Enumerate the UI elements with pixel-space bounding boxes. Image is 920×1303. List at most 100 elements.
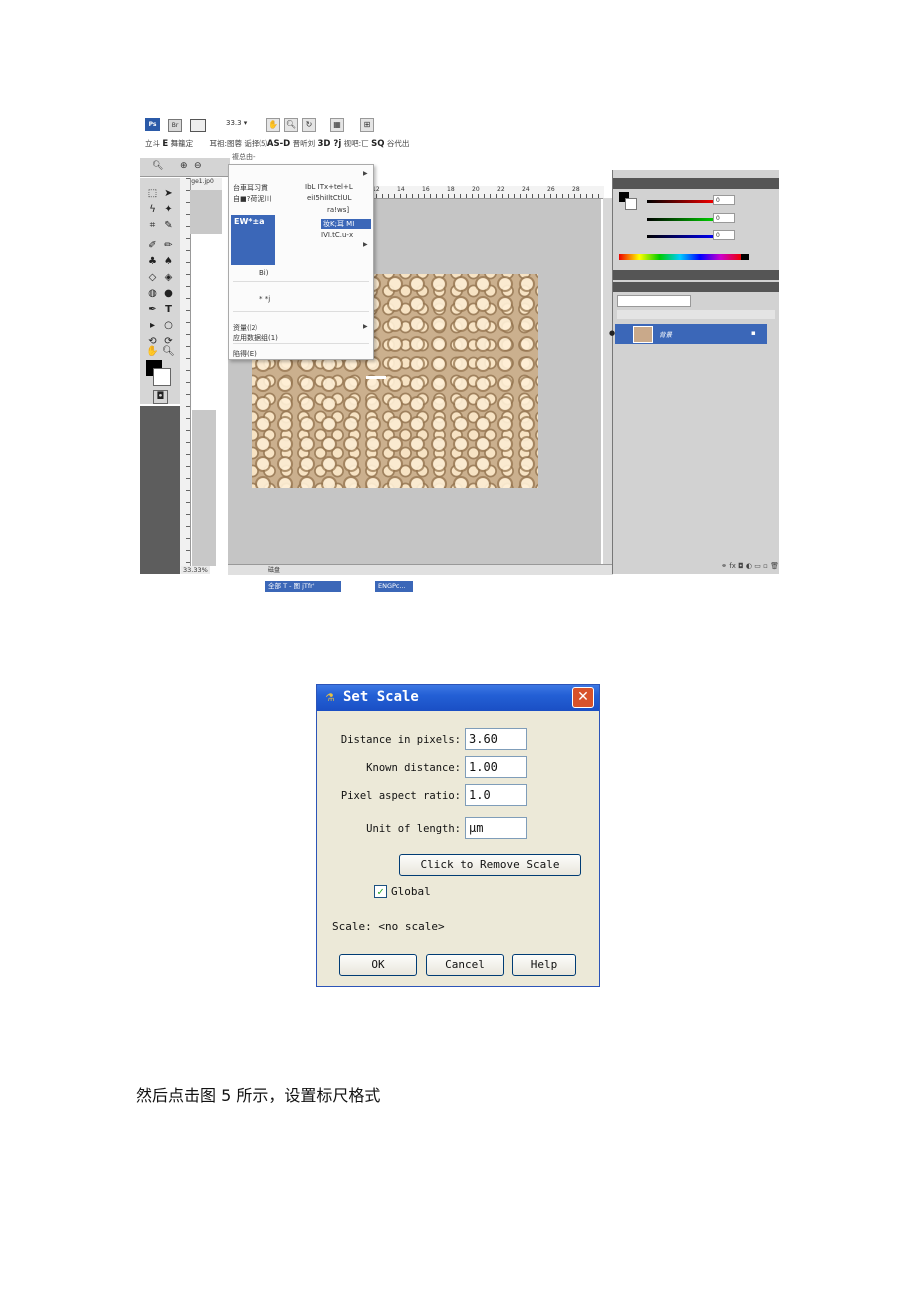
submenu-item-highlighted[interactable]: 妆K;耳 MI (321, 219, 371, 229)
menu-help[interactable]: 谷代出 (387, 139, 410, 148)
unit-label: Unit of length: (366, 823, 461, 835)
layers-tabs[interactable] (613, 282, 779, 292)
stamp-tool-icon[interactable]: ♣ (146, 256, 159, 268)
ruler-tick-label: 18 (447, 186, 455, 193)
lasso-tool-icon[interactable]: ϟ (146, 204, 159, 216)
arrange-docs-icon[interactable]: ▦ (330, 118, 344, 132)
global-checkbox[interactable]: ✓ (374, 885, 387, 898)
green-slider[interactable] (647, 218, 713, 221)
photoshop-screenshot: Ps Br 33.3 ▾ ✋ 🔍︎ ↻ ▦ ⊞ 立斗 E 舞籠定 耳祖:图蓉 诟… (140, 114, 779, 594)
unit-of-length-field[interactable]: μm (465, 817, 527, 839)
zoom-tool-option-icon[interactable]: 🔍︎ (152, 161, 163, 171)
pen-tool-icon[interactable]: ✒ (146, 304, 159, 316)
zoom-level[interactable]: 33.3 ▾ (226, 119, 247, 127)
menu-e[interactable]: E (162, 139, 168, 149)
cancel-button[interactable]: Cancel (426, 954, 504, 976)
menu-3d[interactable]: 3D ?j (317, 139, 341, 149)
pencil-tool-icon[interactable]: ✏ (162, 240, 175, 252)
menu-edit[interactable]: 舞籠定 (171, 139, 194, 148)
background-color-swatch[interactable] (153, 368, 171, 386)
history-brush-icon[interactable]: ♠ (162, 256, 175, 268)
blue-value[interactable]: 0 (713, 230, 735, 240)
menu-window[interactable]: SQ (371, 139, 384, 149)
menu-item-c[interactable]: 资量(⑵ (233, 323, 257, 333)
screen-layout-icon[interactable]: ⊞ (360, 118, 374, 132)
menu-select[interactable]: AS-D (267, 139, 290, 149)
marquee-tool-icon[interactable]: ⬚ (146, 188, 159, 200)
hand-tool-icon[interactable]: ✋ (146, 346, 159, 358)
red-slider[interactable] (647, 200, 713, 203)
ok-button[interactable]: OK (339, 954, 417, 976)
brush-tool-icon[interactable]: ✐ (146, 240, 159, 252)
horizontal-scrollbar[interactable]: 磁盘 (228, 564, 613, 575)
menu-item-highlighted[interactable]: EW*±a (231, 215, 275, 265)
remove-scale-button[interactable]: Click to Remove Scale (399, 854, 581, 876)
eye-icon[interactable]: ● (609, 329, 615, 337)
blue-slider[interactable] (647, 235, 713, 238)
path-select-icon[interactable]: ▸ (146, 320, 159, 332)
taskbar-button-photoshop[interactable]: 全部 T - 图 jTfr' (265, 581, 341, 592)
zoom-tool-icon[interactable]: 🔍︎ (284, 118, 298, 132)
zoom-tool-box-icon[interactable]: 🔍︎ (162, 346, 175, 358)
mask-icon[interactable]: ◘ (738, 562, 744, 570)
adjustments-tabs[interactable] (613, 270, 779, 280)
zoom-out-icon[interactable]: ⊖ (194, 161, 202, 171)
eraser-tool-icon[interactable]: ◇ (146, 272, 159, 284)
dialog-titlebar[interactable]: ⚗ Set Scale ✕ (317, 685, 599, 711)
red-value[interactable]: 0 (713, 195, 735, 205)
zoom-in-icon[interactable]: ⊕ (180, 161, 188, 171)
magic-wand-icon[interactable]: ✦ (162, 204, 175, 216)
menu-item-b[interactable]: * *j (259, 295, 270, 303)
menu-item-d[interactable]: 应用数据组(1) (233, 333, 278, 343)
bg-swatch[interactable] (625, 198, 637, 210)
dodge-tool-icon[interactable]: ● (162, 288, 175, 300)
zoom-percentage[interactable]: 33.33% (181, 566, 210, 574)
shape-tool-icon[interactable]: ○ (162, 320, 175, 332)
color-spectrum[interactable] (619, 254, 741, 260)
menu-view[interactable]: 视吧:匸 (344, 139, 369, 148)
crop-tool-icon[interactable]: ⌗ (146, 220, 159, 232)
color-panel-tabs[interactable] (613, 178, 779, 189)
folder-icon[interactable]: ▭ (754, 562, 761, 570)
layer-row[interactable]: ● 背景 ▪ (609, 324, 767, 344)
spectrum-black[interactable] (741, 254, 749, 260)
blend-mode-select[interactable] (617, 295, 691, 307)
right-panels: 0 0 0 ● 背景 ▪ ⚭ fx ◘ ◐ ▭ ▫ 🗑︎ (609, 170, 779, 574)
rotate-view-icon[interactable]: ↻ (302, 118, 316, 132)
menu-item-e[interactable]: 陷得(E) (233, 349, 257, 359)
scale-status: Scale: <no scale> (332, 920, 445, 933)
green-value[interactable]: 0 (713, 213, 735, 223)
screen-mode-icon[interactable] (190, 119, 206, 132)
submenu-item-2[interactable]: IVI.tC.u-x (321, 231, 353, 239)
fx-icon[interactable]: fx (729, 562, 736, 570)
eyedropper-icon[interactable]: ✎ (162, 220, 175, 232)
type-tool-icon[interactable]: T (162, 304, 175, 316)
distance-in-pixels-field[interactable]: 3.60 (465, 728, 527, 750)
ruler-tick-label: 16 (422, 186, 430, 193)
hand-icon[interactable]: ✋ (266, 118, 280, 132)
adjustment-icon[interactable]: ◐ (746, 562, 752, 570)
pixel-aspect-ratio-field[interactable]: 1.0 (465, 784, 527, 806)
bridge-icon[interactable]: Br (168, 119, 182, 132)
lock-row[interactable] (617, 310, 775, 319)
bucket-tool-icon[interactable]: ◈ (162, 272, 175, 284)
quick-mask-icon[interactable]: ◘ (153, 390, 168, 404)
link-icon[interactable]: ⚭ (721, 562, 727, 570)
close-button[interactable]: ✕ (572, 687, 594, 708)
menu-item-1-shortcut: IbL ITx+tel+L (305, 183, 353, 191)
menu-filter[interactable]: 晋听刘 (293, 139, 316, 148)
help-button[interactable]: Help (512, 954, 576, 976)
menu-item-2[interactable]: 自■?荷泥川 (233, 194, 271, 204)
menu-image[interactable]: 耳祖:图蓉 (209, 139, 242, 148)
menu-item-1[interactable]: 台車耳习貫 (233, 183, 268, 193)
menu-file[interactable]: 立斗 (145, 139, 160, 148)
known-distance-field[interactable]: 1.00 (465, 756, 527, 778)
trash-icon[interactable]: 🗑︎ (770, 562, 779, 570)
new-layer-icon[interactable]: ▫ (763, 562, 768, 570)
dropdown-menu: 台車耳习貫 IbL ITx+tel+L 自■?荷泥川 eiI5hiIltCtlU… (228, 164, 374, 360)
taskbar-button-language[interactable]: ENGPc... (375, 581, 413, 592)
blur-tool-icon[interactable]: ◍ (146, 288, 159, 300)
menu-item-a[interactable]: Bi) (259, 269, 268, 277)
menu-layer[interactable]: 诟择⑸ (244, 139, 267, 148)
move-tool-icon[interactable]: ➤ (162, 188, 175, 200)
